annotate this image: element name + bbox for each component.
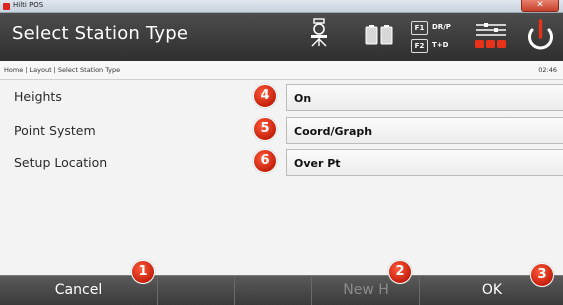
heights-value: On [294, 92, 312, 105]
callout-badge-3: 3 [530, 263, 554, 287]
f2-key[interactable]: F2 [411, 39, 428, 53]
callout-badge-6: 6 [253, 149, 277, 173]
softkey-divider [234, 277, 235, 305]
tripod-icon[interactable] [308, 18, 330, 48]
heights-field[interactable]: On [286, 84, 563, 111]
point-system-value: Coord/Graph [294, 125, 373, 138]
window-close-button[interactable]: ✕ [521, 0, 559, 12]
window-title: Hilti POS [13, 1, 44, 9]
status-bars-icon[interactable] [474, 22, 508, 50]
softkey-empty-2[interactable] [236, 275, 311, 305]
setup-location-field[interactable]: Over Pt [286, 149, 563, 176]
battery-icon[interactable] [365, 25, 393, 45]
callout-badge-1: 1 [131, 260, 155, 284]
callout-badge-2: 2 [388, 260, 412, 284]
os-titlebar: Hilti POS ✕ [0, 0, 563, 13]
function-keys-icon[interactable]: F1 DR/P F2 T+D [411, 21, 469, 55]
point-system-label: Point System [14, 123, 96, 138]
softkey-empty-1[interactable] [159, 275, 234, 305]
breadcrumb-bar: Home | Layout | Select Station Type 02:4… [0, 61, 563, 80]
softkey-divider [157, 277, 158, 305]
breadcrumb[interactable]: Home | Layout | Select Station Type [4, 66, 120, 74]
softkey-divider [311, 277, 312, 305]
point-system-field[interactable]: Coord/Graph [286, 117, 563, 144]
callout-badge-5: 5 [253, 117, 277, 141]
hilti-app-icon [3, 3, 10, 10]
setup-location-label: Setup Location [14, 155, 108, 170]
clock: 02:46 [538, 66, 557, 74]
softkey-divider [419, 277, 420, 305]
app-window: Hilti POS ✕ Select Station Type F1 DR/P … [0, 0, 563, 305]
page-title: Select Station Type [12, 23, 189, 44]
f2-label: T+D [432, 41, 449, 49]
f1-key[interactable]: F1 [411, 21, 428, 35]
heights-label: Heights [14, 89, 62, 104]
setup-location-value: Over Pt [294, 157, 341, 170]
power-icon[interactable] [518, 15, 563, 59]
f1-label: DR/P [432, 23, 451, 31]
callout-badge-4: 4 [253, 84, 277, 108]
